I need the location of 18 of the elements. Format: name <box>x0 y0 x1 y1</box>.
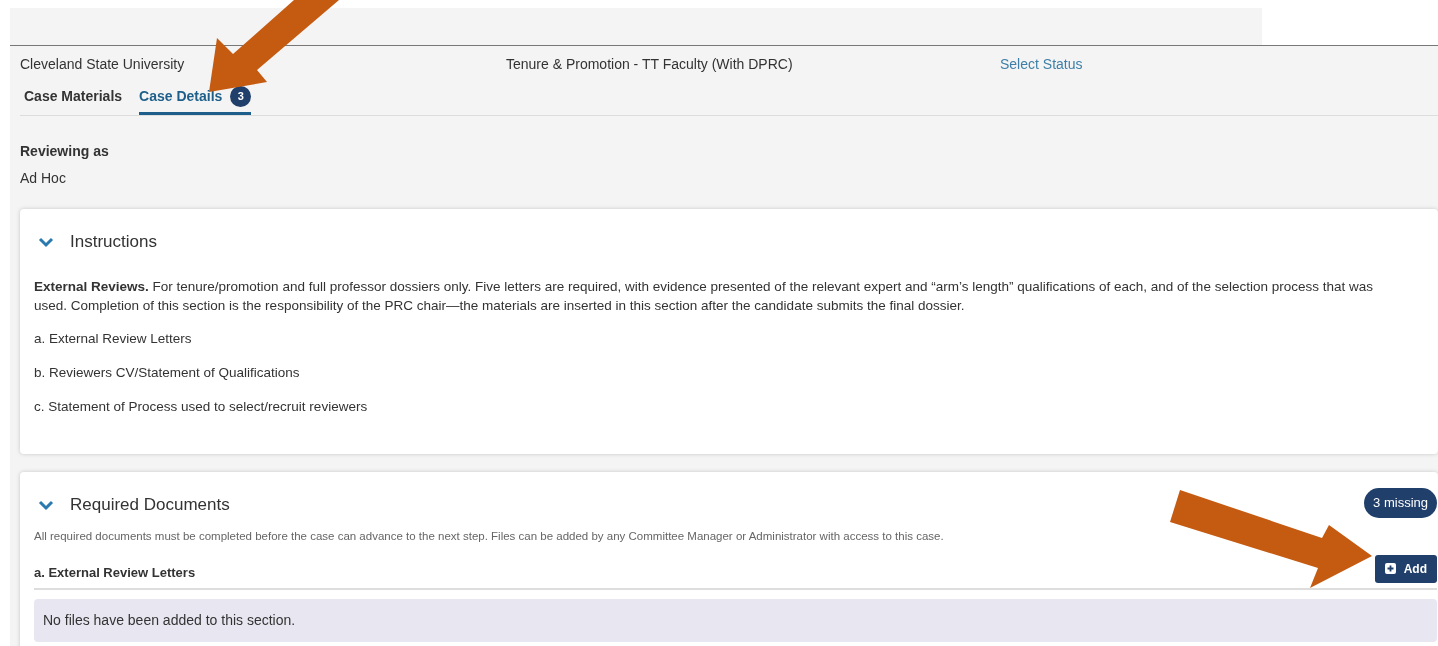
instruction-item: c. Statement of Process used to select/recruit reviewers <box>34 398 369 416</box>
section-title: a. External Review Letters <box>34 564 196 583</box>
select-status-link[interactable]: Select Status <box>1000 53 1083 75</box>
instruction-item: b. Reviewers CV/Statement of Qualifications <box>34 363 301 382</box>
requirement-note: All required documents must be completed before the case can advance to the next step. Files can be added by any Committee Manager or Administrator with access to this case. <box>34 528 945 544</box>
add-button[interactable]: Add <box>1374 554 1437 583</box>
case-type: Tenure & Promotion - TT Faculty (With DPRC) <box>506 54 794 74</box>
empty-files-message: No files have been added to this section. <box>34 598 1437 642</box>
plus-square-icon <box>1384 563 1396 575</box>
count-badge: 3 <box>230 86 252 107</box>
instructions-text: External Reviews. For tenure/promotion and full professor dossiers only. Five letters are required, with evidence presented of the relevant expert and “arm’s length” qualifications of each, and of the selection process that was used. Completion of this section is the responsibility of the PRC chair—the materials are inserted in this section after the candidate submits the final dossier. <box>34 277 1374 315</box>
card-title: Instructions <box>70 231 157 253</box>
tab[interactable]: Case Materials <box>24 86 123 115</box>
reviewing-label: Reviewing as <box>20 142 110 161</box>
instruction-item: a. External Review Letters <box>34 329 193 348</box>
card-title: Required Documents <box>70 494 230 516</box>
institution-name: Cleveland State University <box>20 54 186 74</box>
reviewing-value: Ad Hoc <box>20 169 67 188</box>
